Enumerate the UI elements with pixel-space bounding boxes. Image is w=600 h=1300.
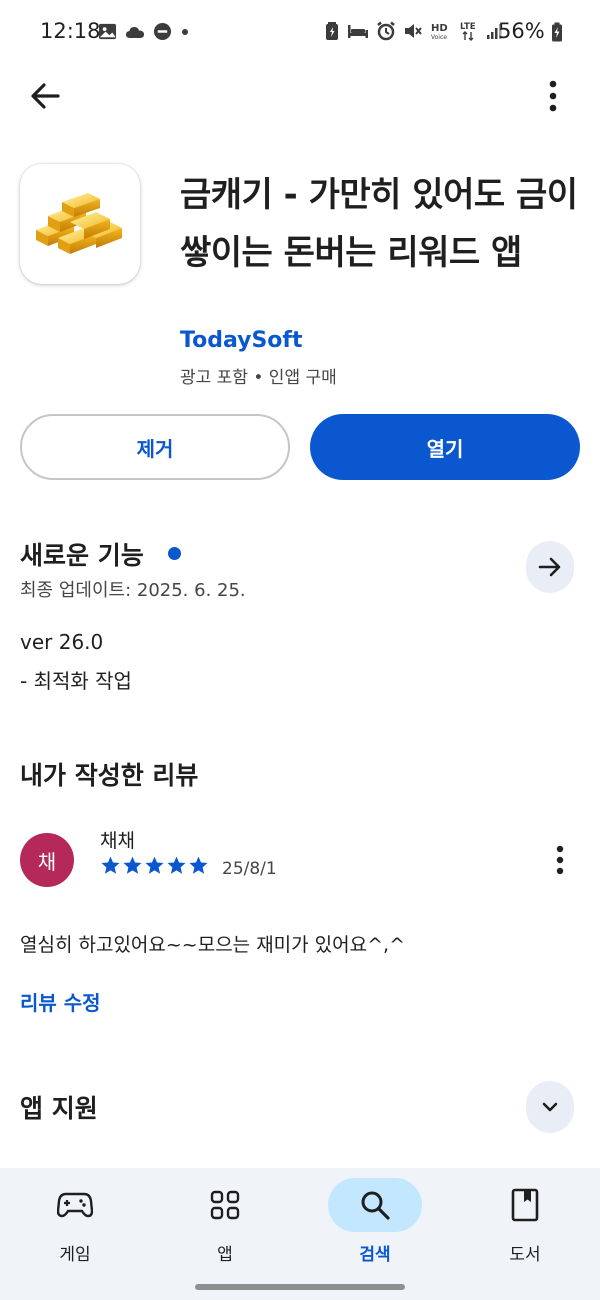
back-button[interactable] (26, 78, 68, 114)
svg-text:LTE: LTE (460, 22, 476, 32)
release-note: - 최적화 작업 (20, 669, 132, 693)
my-review-title: 내가 작성한 리뷰 (20, 761, 199, 790)
status-bar: 12:18 HD Voice LTE 56% (0, 0, 600, 64)
battery-saver-icon (326, 22, 338, 40)
star-icon (189, 856, 208, 874)
nav-label-books: 도서 (509, 1245, 541, 1265)
bottom-navigation: 게임 앱 검색 도서 (0, 1168, 600, 1300)
review-author: 채채 (100, 830, 135, 852)
nav-item-apps[interactable]: 앱 (150, 1168, 300, 1300)
developer-link[interactable]: TodaySoft (180, 328, 303, 353)
play-store-app-page: 12:18 HD Voice LTE 56% 금캐기 - 가만히 있어도 금이 … (0, 0, 600, 1300)
app-meta: 광고 포함 • 인앱 구매 (180, 368, 337, 388)
star-icon (167, 856, 186, 874)
dot-icon (182, 28, 188, 35)
nav-item-books[interactable]: 도서 (450, 1168, 600, 1300)
whats-new-title: 새로운 기능 (20, 541, 144, 570)
svg-text:HD: HD (431, 23, 448, 34)
review-more-button[interactable] (548, 842, 572, 878)
chevron-down-icon (542, 1102, 558, 1112)
book-icon (511, 1188, 539, 1222)
battery-icon (552, 22, 562, 42)
new-indicator-dot (168, 547, 181, 560)
mute-icon (405, 24, 422, 38)
alarm-icon (377, 21, 395, 41)
hd-voice-icon: HD Voice (431, 23, 448, 41)
search-icon (361, 1191, 390, 1220)
review-rating (100, 855, 209, 876)
more-options-button[interactable] (538, 76, 568, 116)
last-updated: 최종 업데이트: 2025. 6. 25. (20, 580, 246, 601)
more-vert-icon (556, 845, 564, 875)
whats-new-expand-button[interactable] (526, 541, 574, 593)
apps-grid-icon (210, 1190, 240, 1220)
gamepad-icon (57, 1192, 93, 1218)
open-button[interactable]: 열기 (310, 414, 580, 480)
star-icon (123, 856, 142, 874)
nav-label-apps: 앱 (217, 1245, 233, 1265)
nav-label-games: 게임 (59, 1245, 91, 1265)
app-support-title: 앱 지원 (20, 1094, 98, 1123)
version-text: ver 26.0 (20, 630, 104, 654)
review-text: 열심히 하고있어요~~모으는 재미가 있어요^,^ (20, 934, 405, 956)
arrow-forward-icon (538, 557, 561, 577)
sleep-icon (348, 25, 368, 38)
nav-item-games[interactable]: 게임 (0, 1168, 150, 1300)
edit-review-link[interactable]: 리뷰 수정 (20, 987, 101, 1016)
review-date: 25/8/1 (222, 859, 277, 879)
more-vert-icon (549, 80, 557, 112)
svg-text:Voice: Voice (431, 34, 447, 41)
app-icon (20, 164, 140, 284)
star-icon (145, 856, 164, 874)
nav-active-indicator (328, 1178, 422, 1232)
arrow-back-icon (31, 83, 60, 109)
star-icon (101, 856, 120, 874)
uninstall-button[interactable]: 제거 (20, 414, 290, 480)
cloud-icon (126, 26, 144, 38)
nav-item-search[interactable]: 검색 (300, 1168, 450, 1300)
gold-bars-icon (36, 193, 122, 254)
lte-icon: LTE (460, 22, 476, 41)
gesture-handle[interactable] (195, 1284, 405, 1290)
status-time: 12:18 (40, 19, 101, 43)
dnd-icon (153, 22, 172, 41)
nav-label-search: 검색 (359, 1245, 391, 1265)
battery-percent: 56% (498, 19, 545, 43)
app-title: 금캐기 - 가만히 있어도 금이 쌓이는 돈버는 리워드 앱 (180, 175, 578, 273)
avatar: 채 (20, 833, 74, 887)
app-support-expand-button[interactable] (526, 1081, 574, 1133)
gallery-icon (98, 23, 117, 40)
